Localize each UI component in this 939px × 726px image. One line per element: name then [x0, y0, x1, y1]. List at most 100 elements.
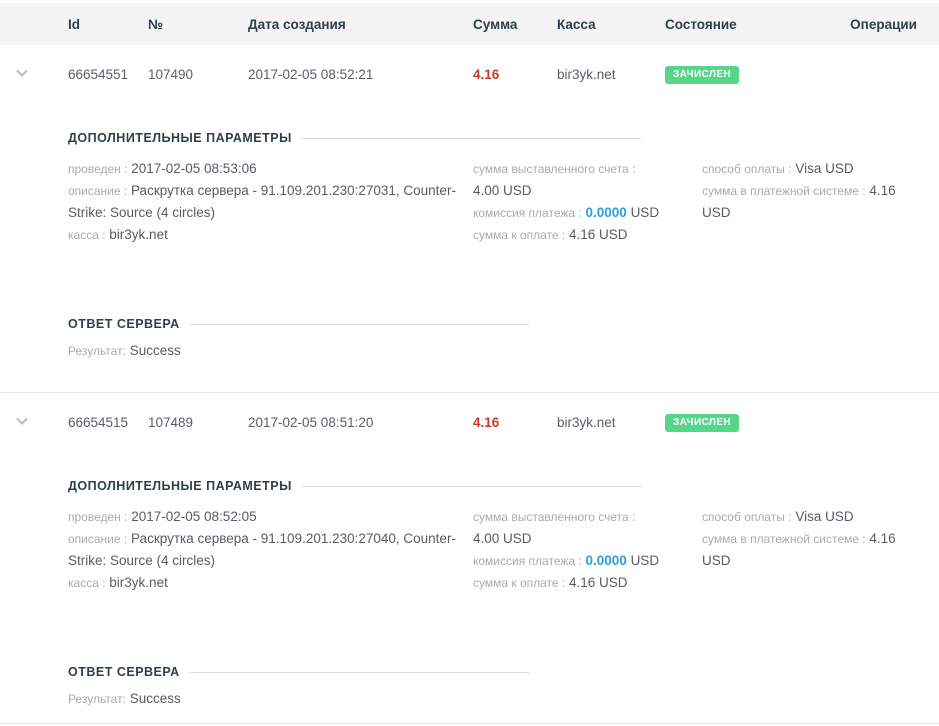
detail-description: описание : Раскрутка сервера - 91.109.20… [68, 528, 459, 572]
detail-label: сумма в платежной системе : [702, 532, 866, 546]
header-num: № [148, 17, 248, 32]
detail-value: 4.00 USD [473, 183, 532, 198]
detail-label: описание : [68, 532, 127, 546]
cell-created: 2017-02-05 08:52:21 [248, 67, 473, 82]
cell-kassa: bir3yk.net [557, 415, 665, 430]
server-response-title: ОТВЕТ СЕРВЕРА [68, 664, 939, 680]
cell-sum: 4.16 [473, 415, 557, 430]
detail-label: комиссия платежа : [473, 206, 582, 220]
detail-label: описание : [68, 184, 127, 198]
server-response-section: ОТВЕТ СЕРВЕРА Результат: Success [68, 664, 939, 710]
detail-invoice-sum: сумма выставленного счета : 4.00 USD [473, 158, 665, 202]
cell-sum: 4.16 [473, 67, 557, 82]
server-response-section: ОТВЕТ СЕРВЕРА Результат: Success [68, 316, 939, 362]
detail-label: сумма выставленного счета : [473, 162, 635, 176]
section-title-text: ДОПОЛНИТЕЛЬНЫЕ ПАРАМЕТРЫ [68, 478, 292, 494]
divider [189, 672, 529, 673]
additional-params-title: ДОПОЛНИТЕЛЬНЫЕ ПАРАМЕТРЫ [68, 130, 939, 146]
cell-status: ЗАЧИСЛЕН [665, 413, 845, 432]
additional-params-title: ДОПОЛНИТЕЛЬНЫЕ ПАРАМЕТРЫ [68, 478, 939, 494]
detail-label: проведен : [68, 510, 127, 524]
details-col-middle: сумма выставленного счета : 4.00 USD ком… [473, 506, 702, 594]
header-kassa: Касса [557, 17, 665, 32]
table-header-row: Id № Дата создания Сумма Касса Состояние… [0, 3, 939, 45]
details-col-left: проведен : 2017-02-05 08:52:05 описание … [68, 506, 473, 594]
detail-fee: комиссия платежа : 0.0000 USD [473, 202, 665, 224]
detail-value: Visa USD [795, 509, 853, 524]
detail-label: способ оплаты : [702, 162, 792, 176]
details-grid: проведен : 2017-02-05 08:53:06 описание … [68, 158, 939, 246]
fee-currency: USD [631, 553, 660, 568]
section-title-text: ОТВЕТ СЕРВЕРА [68, 664, 180, 680]
detail-payable: сумма к оплате : 4.16 USD [473, 224, 665, 246]
cell-num: 107490 [148, 67, 248, 82]
detail-label: проведен : [68, 162, 127, 176]
fee-amount: 0.0000 [586, 553, 627, 568]
details-col-left: проведен : 2017-02-05 08:53:06 описание … [68, 158, 473, 246]
detail-value: 2017-02-05 08:52:05 [131, 509, 256, 524]
server-result: Результат: Success [68, 340, 939, 362]
detail-description: описание : Раскрутка сервера - 91.109.20… [68, 180, 459, 224]
payment-row: 66654515 107489 2017-02-05 08:51:20 4.16… [0, 392, 939, 726]
detail-processed: проведен : 2017-02-05 08:53:06 [68, 158, 459, 180]
payment-row-main: 66654551 107490 2017-02-05 08:52:21 4.16… [0, 45, 939, 104]
divider [301, 486, 641, 487]
toggle-cell [0, 66, 68, 83]
detail-value: 4.16 USD [569, 575, 628, 590]
header-id: Id [68, 17, 148, 32]
header-operations: Операции [845, 17, 939, 32]
payments-table-page: Id № Дата создания Сумма Касса Состояние… [0, 0, 939, 726]
detail-label: касса : [68, 228, 106, 242]
result-label: Результат: [68, 344, 126, 358]
details-col-middle: сумма выставленного счета : 4.00 USD ком… [473, 158, 702, 246]
detail-payable: сумма к оплате : 4.16 USD [473, 572, 665, 594]
detail-value: Раскрутка сервера - 91.109.201.230:27031… [68, 183, 456, 220]
result-value: Success [130, 343, 181, 358]
cell-created: 2017-02-05 08:51:20 [248, 415, 473, 430]
server-response-title: ОТВЕТ СЕРВЕРА [68, 316, 939, 332]
detail-label: сумма в платежной системе : [702, 184, 866, 198]
detail-invoice-sum: сумма выставленного счета : 4.00 USD [473, 506, 665, 550]
toggle-cell [0, 414, 68, 431]
divider [0, 723, 939, 724]
details-col-right: способ оплаты : Visa USD сумма в платежн… [702, 158, 936, 224]
detail-value: 4.00 USD [473, 531, 532, 546]
status-badge: ЗАЧИСЛЕН [665, 66, 739, 84]
chevron-down-icon[interactable] [15, 414, 29, 428]
cell-num: 107489 [148, 415, 248, 430]
detail-value: bir3yk.net [109, 227, 168, 242]
divider [189, 324, 529, 325]
detail-label: сумма выставленного счета : [473, 510, 635, 524]
detail-value: Visa USD [795, 161, 853, 176]
detail-processed: проведен : 2017-02-05 08:52:05 [68, 506, 459, 528]
details-grid: проведен : 2017-02-05 08:52:05 описание … [68, 506, 939, 594]
detail-kassa: касса : bir3yk.net [68, 572, 459, 594]
detail-value: 2017-02-05 08:53:06 [131, 161, 256, 176]
detail-method: способ оплаты : Visa USD [702, 158, 922, 180]
payment-row-main: 66654515 107489 2017-02-05 08:51:20 4.16… [0, 393, 939, 452]
detail-kassa: касса : bir3yk.net [68, 224, 459, 246]
detail-label: способ оплаты : [702, 510, 792, 524]
detail-system-sum: сумма в платежной системе : 4.16 USD [702, 180, 922, 224]
detail-method: способ оплаты : Visa USD [702, 506, 922, 528]
detail-value: 4.16 USD [569, 227, 628, 242]
status-badge: ЗАЧИСЛЕН [665, 414, 739, 432]
detail-system-sum: сумма в платежной системе : 4.16 USD [702, 528, 922, 572]
detail-label: сумма к оплате : [473, 228, 565, 242]
cell-id: 66654551 [68, 67, 148, 82]
detail-value: Раскрутка сервера - 91.109.201.230:27040… [68, 531, 456, 568]
cell-status: ЗАЧИСЛЕН [665, 65, 845, 84]
detail-label: сумма к оплате : [473, 576, 565, 590]
detail-label: комиссия платежа : [473, 554, 582, 568]
result-value: Success [130, 691, 181, 706]
details-col-right: способ оплаты : Visa USD сумма в платежн… [702, 506, 936, 572]
section-title-text: ОТВЕТ СЕРВЕРА [68, 316, 180, 332]
row-details: ДОПОЛНИТЕЛЬНЫЕ ПАРАМЕТРЫ проведен : 2017… [68, 478, 939, 726]
section-title-text: ДОПОЛНИТЕЛЬНЫЕ ПАРАМЕТРЫ [68, 130, 292, 146]
fee-currency: USD [631, 205, 660, 220]
chevron-down-icon[interactable] [15, 66, 29, 80]
header-status: Состояние [665, 17, 845, 32]
header-created: Дата создания [248, 17, 473, 32]
cell-id: 66654515 [68, 415, 148, 430]
header-sum: Сумма [473, 17, 557, 32]
